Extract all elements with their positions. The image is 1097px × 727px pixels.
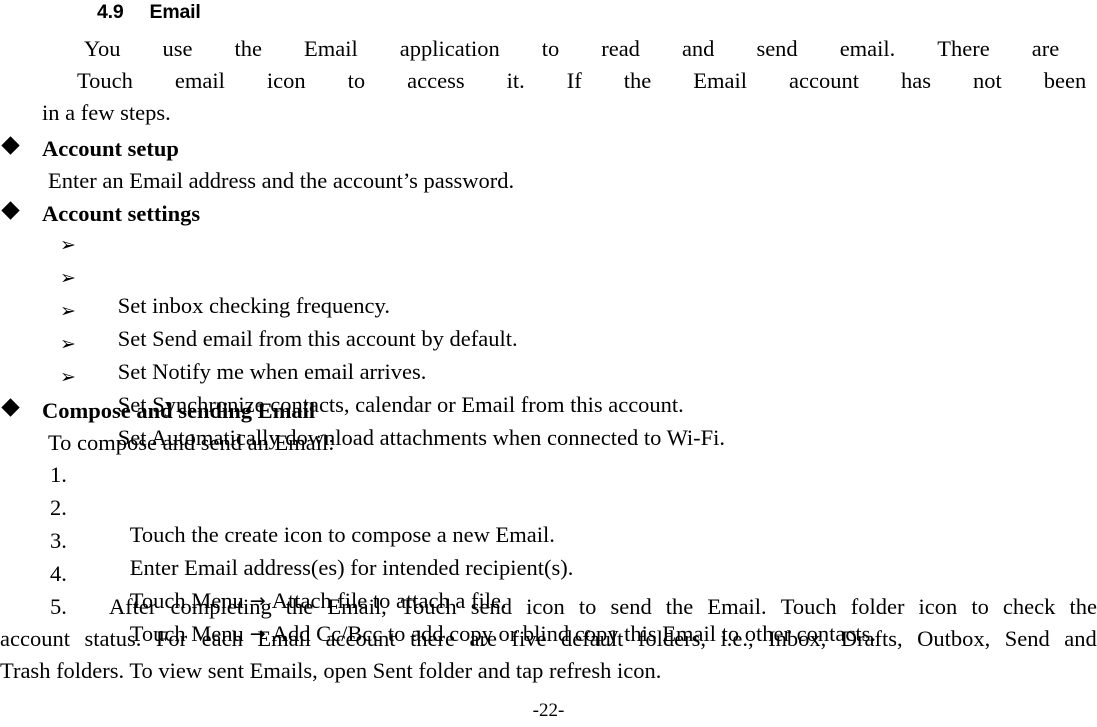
word: Drafts,: [840, 626, 903, 651]
word: Email: [693, 68, 748, 93]
word: it.: [506, 68, 525, 93]
bullet-compose-email: Compose and sending Email: [0, 396, 1097, 426]
word: the: [665, 594, 694, 619]
word: has: [900, 68, 931, 93]
word: Send: [1004, 626, 1050, 651]
word: and: [1064, 626, 1097, 651]
word: Touch: [77, 68, 133, 93]
word: completing: [170, 594, 272, 619]
arrowhead-bullet-icon: ➢: [60, 300, 76, 322]
word: each: [201, 626, 243, 651]
word: folders,: [637, 626, 707, 651]
word: to: [578, 594, 597, 619]
word: application: [399, 36, 500, 61]
step-number: 2.: [50, 495, 67, 520]
section-number: 4.9: [97, 1, 124, 23]
word: the: [623, 68, 652, 93]
bullet-heading-label: Account settings: [42, 201, 201, 226]
word: i.e.,: [720, 626, 754, 651]
word: Touch: [780, 594, 837, 619]
bullet-account-setup: Account setup: [0, 134, 1097, 164]
bullet-heading-label: Compose and sending Email: [42, 398, 316, 423]
word: many: [1059, 33, 1097, 65]
word: the: [285, 594, 314, 619]
word: check: [1002, 594, 1056, 619]
step-number: 5.: [50, 594, 67, 619]
word: icon: [526, 594, 565, 619]
word: been: [1043, 68, 1087, 93]
manual-page: 4.9 Email You use the Email application to read…: [0, 0, 1097, 727]
compose-intro-text: To compose and send an Email:: [48, 430, 335, 455]
word: send: [756, 36, 798, 61]
arrowhead-bullet-icon: ➢: [60, 366, 76, 388]
word: email: [174, 68, 225, 93]
final-step-line-3: Trash folders. To view sent Emails, open…: [0, 658, 662, 683]
page-number-footer: -22-: [532, 700, 565, 721]
word: set: [1086, 65, 1097, 97]
word: and: [681, 36, 715, 61]
word: Email: [304, 36, 358, 61]
step-number: 3.: [50, 528, 67, 553]
section-title: Email: [149, 1, 201, 23]
bullet-account-settings: Account settings: [0, 199, 1097, 229]
bullet-heading-label: Account setup: [42, 136, 179, 161]
word: email.: [839, 36, 896, 61]
word: the: [234, 36, 263, 61]
word: use: [162, 36, 193, 61]
word: You: [84, 36, 121, 61]
word: After: [108, 594, 157, 619]
numbered-step-final: 5. After completing the Email, Touch send icon t…: [0, 591, 1097, 687]
final-step-line-2: account status. For each Email account there ar…: [0, 623, 1097, 655]
step-number: 4.: [50, 561, 67, 586]
word: account: [789, 68, 859, 93]
word: the: [1069, 594, 1097, 619]
word: Outbox,: [917, 626, 991, 651]
word: status.: [84, 626, 142, 651]
intro-line-1: You use the Email application to read and send em…: [0, 33, 1097, 65]
word: Email: [257, 626, 312, 651]
word: Inbox,: [768, 626, 827, 651]
word: For: [155, 626, 188, 651]
arrowhead-bullet-icon: ➢: [60, 267, 76, 289]
word: are: [1031, 36, 1060, 61]
word: There: [937, 36, 990, 61]
word: icon: [266, 68, 306, 93]
word: not: [972, 68, 1002, 93]
word: to: [541, 36, 560, 61]
final-step-line-1: 5. After completing the Email, Touch send icon t…: [0, 591, 1097, 623]
word: default: [560, 626, 624, 651]
word: send: [610, 594, 652, 619]
word: icon: [918, 594, 958, 619]
intro-line-2: Touch email icon to access it. If the Email accou…: [0, 65, 1097, 97]
word: to: [971, 594, 989, 619]
word: to: [347, 68, 366, 93]
word: Email,: [327, 594, 387, 619]
word: five: [511, 626, 547, 651]
intro-line-3: in a few steps.: [42, 100, 171, 125]
arrowhead-bullet-icon: ➢: [60, 234, 76, 256]
word: If: [566, 68, 582, 93]
word: send: [470, 594, 512, 619]
account-setup-body: Enter an Email address and the account’s…: [48, 168, 515, 193]
page-title: 4.9 Email: [97, 0, 201, 24]
word: access: [407, 68, 465, 93]
word: read: [601, 36, 640, 61]
word: account: [0, 626, 70, 651]
word: Touch: [400, 594, 457, 619]
word: account: [325, 626, 396, 651]
word: Email.: [707, 594, 767, 619]
word: folder: [850, 594, 905, 619]
word: there: [410, 626, 456, 651]
arrowhead-bullet-icon: ➢: [60, 333, 76, 355]
intro-paragraph: You use the Email application to read and send em…: [0, 33, 1097, 129]
step-number: 1.: [50, 462, 67, 487]
word: are: [469, 626, 497, 651]
